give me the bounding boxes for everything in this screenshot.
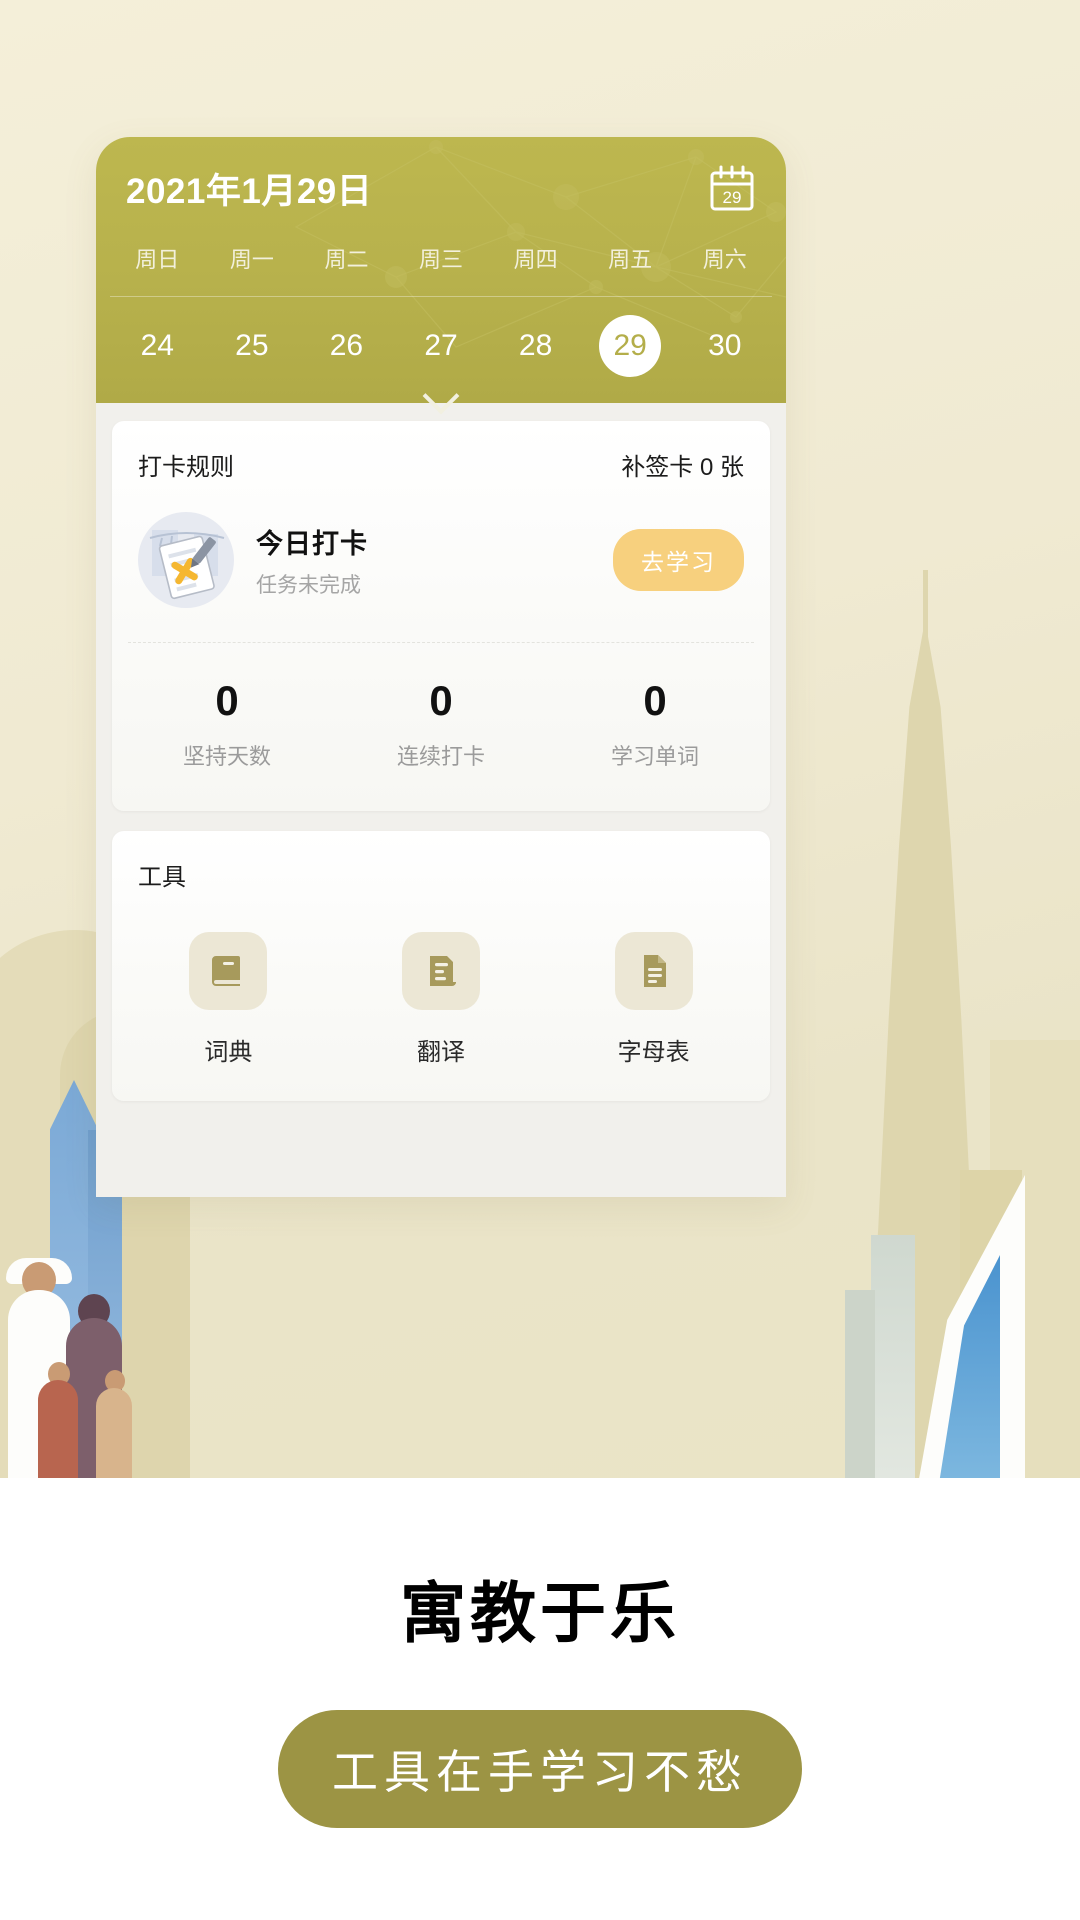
date-cell[interactable]: 28 [488, 315, 583, 377]
date-number-selected: 29 [599, 315, 662, 377]
checkin-task-status: 任务未完成 [256, 573, 361, 597]
date-number: 25 [235, 329, 269, 362]
file-text-icon [614, 932, 693, 1010]
book-glyph [212, 956, 241, 986]
date-cell-selected[interactable]: 29 [583, 315, 678, 377]
go-study-button[interactable]: 去学习 [613, 529, 744, 591]
book-icon [189, 932, 268, 1010]
tools-card-title: 工具 [138, 864, 186, 891]
date-cell[interactable]: 24 [110, 315, 205, 377]
weekday-label: 周一 [229, 247, 274, 272]
tool-item-translate[interactable]: 翻译 [335, 932, 548, 1067]
checkin-task-text: 今日打卡 任务未完成 [256, 522, 613, 599]
stat-item: 0 坚持天数 [120, 677, 334, 771]
makeup-card-count[interactable]: 补签卡 0 张 [621, 447, 744, 482]
stat-label: 连续打卡 [396, 744, 485, 769]
tool-label: 翻译 [417, 1039, 465, 1066]
date-row: 24 25 26 27 28 29 30 [96, 297, 786, 377]
tool-item-dictionary[interactable]: 词典 [122, 932, 335, 1067]
weekday-label: 周二 [324, 247, 369, 272]
date-number: 28 [518, 329, 553, 362]
date-cell[interactable]: 25 [205, 315, 300, 377]
person-body-3 [38, 1380, 78, 1490]
date-cell[interactable]: 30 [677, 315, 772, 377]
calendar-glyph: 29 [710, 165, 754, 210]
weekday-label: 周五 [608, 247, 653, 272]
stat-item: 0 学习单词 [548, 677, 762, 771]
date-number: 27 [424, 329, 458, 362]
date-number: 30 [708, 329, 742, 362]
date-cell[interactable]: 27 [394, 315, 489, 377]
stat-value: 0 [215, 677, 239, 724]
date-number: 26 [329, 329, 364, 362]
app-content: 打卡规则 补签卡 0 张 今日打卡 任务未完成 去学习 0 坚持天数 0 连续打… [96, 403, 786, 1197]
page-title: 2021年1月29日 [126, 172, 373, 211]
date-cell[interactable]: 26 [299, 315, 394, 377]
tool-label: 词典 [204, 1039, 253, 1066]
checkin-task-title: 今日打卡 [256, 528, 368, 559]
stat-item: 0 连续打卡 [334, 677, 548, 771]
promo-headline: 寓教于乐 [400, 1576, 680, 1650]
weekday-label: 周六 [702, 247, 747, 272]
promo-cta-button[interactable]: 工具在手学习不愁 [278, 1710, 802, 1828]
calendar-icon[interactable]: 29 [708, 165, 756, 213]
glass-tower-secondary [845, 1290, 875, 1490]
phone-screen: 2021年1月29日 29 周日 周一 周二 周三 周四 周五 周六 24 25 [96, 137, 786, 1197]
bottom-white-panel [0, 1478, 1080, 1920]
file-text-glyph [643, 955, 666, 987]
weekday-label: 周四 [513, 247, 558, 272]
chevron-down-icon [422, 377, 460, 415]
weekday-label: 周三 [419, 247, 464, 272]
tool-label: 字母表 [617, 1039, 690, 1066]
checkin-task-row: 今日打卡 任务未完成 去学习 [112, 506, 770, 642]
stat-value: 0 [643, 677, 667, 724]
checkin-card-header: 打卡规则 补签卡 0 张 [112, 421, 770, 506]
weekday-row: 周日 周一 周二 周三 周四 周五 周六 [96, 214, 786, 296]
tool-item-alphabet[interactable]: 字母表 [547, 932, 760, 1067]
glass-tower [871, 1235, 915, 1490]
clipboard-icon [138, 512, 234, 608]
person-body-4 [96, 1388, 132, 1490]
checkin-rules-link[interactable]: 打卡规则 [138, 447, 234, 482]
tools-grid: 词典 翻译 字母表 [112, 914, 770, 1101]
calendar-header: 2021年1月29日 29 周日 周一 周二 周三 周四 周五 周六 24 25 [96, 137, 786, 415]
document-lines-icon [402, 932, 480, 1010]
calendar-icon-day: 29 [723, 188, 742, 207]
calendar-title-row: 2021年1月29日 29 [96, 137, 786, 214]
weekday-label: 周日 [135, 247, 180, 272]
date-number: 24 [140, 329, 174, 362]
expand-calendar-button[interactable] [96, 377, 786, 415]
document-lines-glyph [430, 956, 456, 986]
tools-card: 工具 词典 翻译 字母表 [112, 831, 770, 1101]
clipboard-glyph [149, 530, 225, 600]
checkin-card: 打卡规则 补签卡 0 张 今日打卡 任务未完成 去学习 0 坚持天数 0 连续打… [112, 421, 770, 811]
stat-label: 坚持天数 [182, 744, 271, 769]
stats-row: 0 坚持天数 0 连续打卡 0 学习单词 [112, 643, 770, 811]
stat-value: 0 [429, 677, 453, 724]
stat-label: 学习单词 [610, 744, 699, 769]
